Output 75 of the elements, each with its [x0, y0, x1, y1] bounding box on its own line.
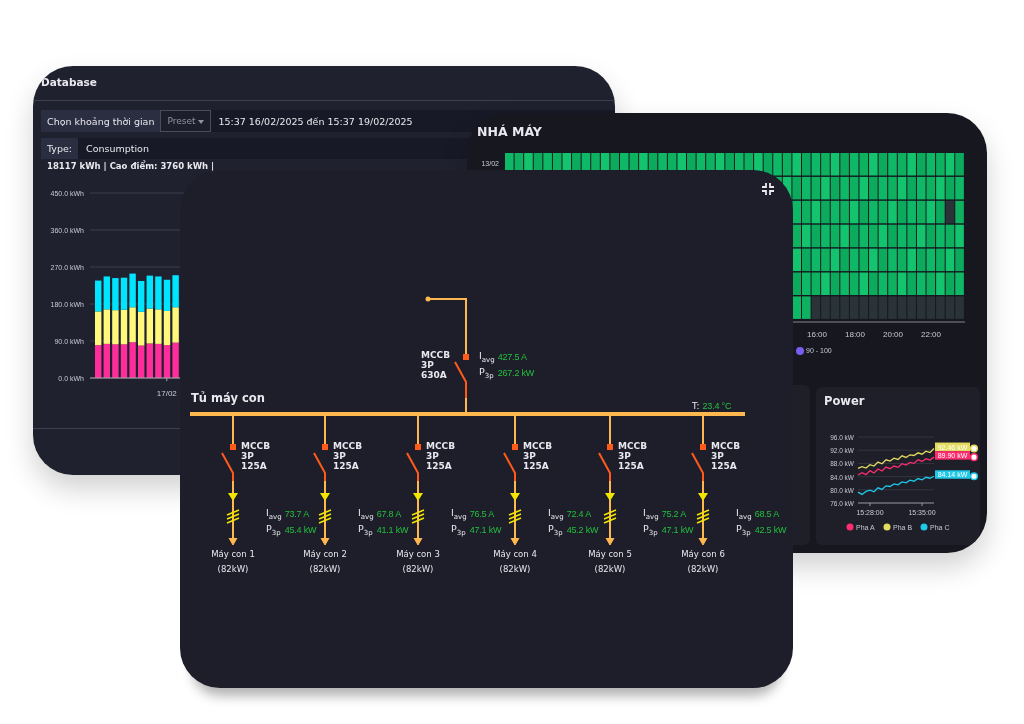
load-capacity: (82kW): [687, 564, 719, 574]
measure-value: 41.1 kW: [376, 524, 409, 535]
measure-value: 67.8 A: [376, 508, 403, 519]
load-name: Máy con 4: [493, 549, 537, 559]
panel-title: Power: [824, 394, 865, 408]
breaker-label: 125A: [523, 461, 550, 471]
breaker-label: 125A: [333, 461, 360, 471]
breaker-label: 125A: [426, 461, 453, 471]
temperature-label: T:: [692, 401, 700, 411]
measure-value: 68.5 A: [754, 508, 781, 519]
measure-label: P$_{3p}$: [266, 522, 282, 537]
load-name: Máy con 3: [396, 549, 440, 559]
breaker-label: MCCB: [241, 441, 271, 451]
measure-value: 47.1 kW: [469, 524, 502, 535]
measure-label: I$_{avg}$: [643, 507, 659, 521]
measure-value: 76.5 A: [469, 508, 496, 519]
axis-label: 20:00: [883, 330, 903, 339]
measure-value: 73.7 A: [284, 508, 311, 519]
measure-value: 75.2 A: [661, 508, 688, 519]
load-name: Máy con 5: [588, 549, 632, 559]
measure-label: I$_{avg}$: [479, 350, 495, 364]
panel-title: Database: [41, 76, 97, 88]
measure-value: 42.5 kW: [754, 524, 787, 535]
measure-label: P$_{3p}$: [451, 522, 467, 537]
breaker-label: 3P: [711, 451, 725, 461]
axis-label: 17/02: [156, 389, 177, 398]
breaker-label: 630A: [421, 370, 448, 380]
breaker-label: 125A: [618, 461, 645, 471]
measure-value: 72.4 A: [566, 508, 593, 519]
field-label: Chọn khoảng thời gian: [41, 110, 161, 132]
measure-value: 267.2 kW: [497, 367, 535, 378]
measure-value: 45.4 kW: [284, 524, 317, 535]
measure-label: I$_{avg}$: [358, 507, 374, 521]
measure-value: 45.2 kW: [566, 524, 599, 535]
panel-title: Tủ máy con: [191, 391, 265, 405]
breaker-label: 3P: [618, 451, 632, 461]
load-capacity: (82kW): [309, 564, 341, 574]
breaker-label: MCCB: [618, 441, 648, 451]
measure-label: I$_{avg}$: [266, 507, 282, 521]
measure-label: I$_{avg}$: [548, 507, 564, 521]
load-name: Máy con 2: [303, 549, 347, 559]
field-label: Type:: [41, 138, 79, 159]
measure-label: P$_{3p}$: [736, 522, 752, 537]
measure-label: P$_{3p}$: [548, 522, 564, 537]
axis-label: 18:00: [845, 330, 865, 339]
measure-value: 47.1 kW: [661, 524, 694, 535]
measure-value: 427.5 A: [497, 351, 528, 362]
load-capacity: (82kW): [217, 564, 249, 574]
measure-label: P$_{3p}$: [479, 365, 495, 380]
breaker-label: MCCB: [711, 441, 741, 451]
panel-title: NHÁ MÁY: [477, 124, 542, 139]
measure-label: P$_{3p}$: [358, 522, 374, 537]
breaker-label: 125A: [711, 461, 738, 471]
breaker-label: MCCB: [426, 441, 456, 451]
load-name: Máy con 1: [211, 549, 255, 559]
breaker-label: 3P: [333, 451, 347, 461]
breaker-label: MCCB: [523, 441, 553, 451]
breaker-label: 3P: [426, 451, 440, 461]
breaker-label: 3P: [241, 451, 255, 461]
measure-label: I$_{avg}$: [451, 507, 467, 521]
breaker-label: 3P: [421, 360, 435, 370]
load-capacity: (82kW): [402, 564, 434, 574]
breaker-label: 3P: [523, 451, 537, 461]
axis-label: 16:00: [807, 330, 827, 339]
temperature-value: 23.4 °C: [702, 401, 732, 411]
measure-label: I$_{avg}$: [736, 507, 752, 521]
axis-label: 22:00: [921, 330, 941, 339]
breaker-label: MCCB: [333, 441, 363, 451]
breaker-label: 125A: [241, 461, 268, 471]
load-capacity: (82kW): [499, 564, 531, 574]
breaker-label: MCCB: [421, 350, 451, 360]
measure-label: P$_{3p}$: [643, 522, 659, 537]
summary-text: 18117 kWh | Cao điểm: 3760 kWh |: [47, 161, 215, 171]
load-name: Máy con 6: [681, 549, 725, 559]
load-capacity: (82kW): [594, 564, 626, 574]
